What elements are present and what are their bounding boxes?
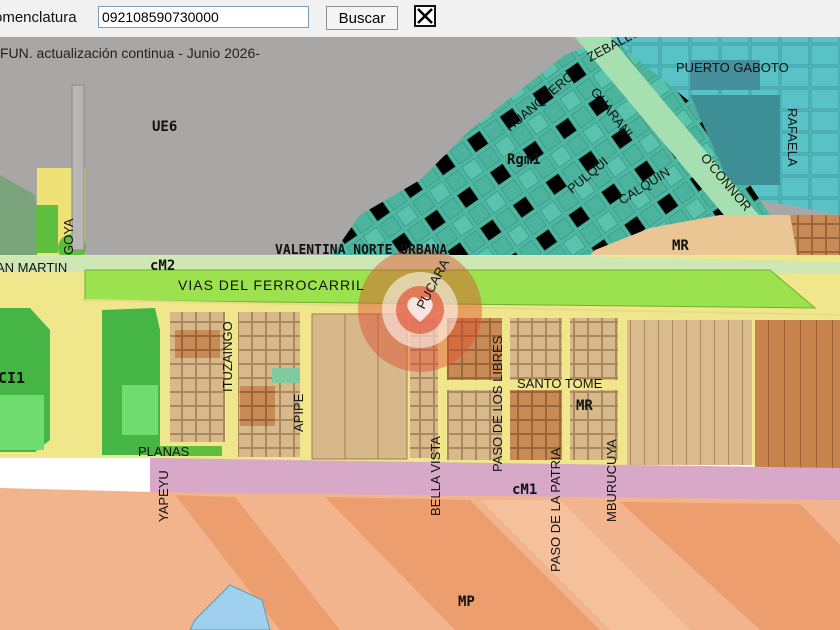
nomenclatura-input[interactable] [98, 6, 309, 28]
lots-block-l [755, 320, 840, 470]
street-rafaela: RAFAELA [785, 108, 800, 167]
street-yapeyu: YAPEYU [156, 470, 171, 522]
zone-label-cm2: cM2 [150, 258, 175, 274]
close-icon[interactable] [414, 5, 436, 27]
goya-green [36, 205, 58, 253]
street-puerto-gaboto: PUERTO GABOTO [676, 60, 789, 75]
lots-block-g [510, 318, 562, 380]
street-paso-patria: PASO DE LA PATRIA [548, 447, 563, 572]
green-block-2-light [122, 385, 158, 435]
ci1-light [0, 395, 44, 450]
street-goya: GOYA [61, 218, 76, 255]
lots-block-i [570, 318, 618, 380]
zoning-map[interactable]: FUN. actualización continua - Junio 2026… [0, 37, 840, 630]
zone-label-ue6: UE6 [152, 119, 177, 135]
street-valentina: VALENTINA NORTE URBANA [275, 243, 447, 258]
zone-label-cm1: cM1 [512, 482, 537, 498]
lots-block-a-brown [175, 330, 220, 358]
street-ituzaingo: ITUZAINGO [220, 321, 235, 392]
search-toolbar: omenclatura Buscar [0, 0, 840, 38]
street-ferrocarril: VIAS DEL FERROCARRIL [178, 277, 365, 293]
nomenclatura-label: omenclatura [0, 9, 77, 26]
zone-label-mr-top: MR [672, 238, 689, 254]
street-paso-libres: PASO DE LOS LIBRES [490, 335, 505, 472]
lots-block-b-brown [240, 386, 275, 426]
street-bella-vista: BELLA VISTA [428, 436, 443, 516]
street-santo-tome: SANTO TOME [517, 376, 603, 391]
lots-block-b-green [272, 368, 300, 383]
street-planas: PLANAS [138, 444, 190, 459]
street-san-martin: AN MARTIN [0, 260, 67, 275]
zone-label-mp: MP [458, 594, 475, 610]
street-mburucuya: MBURUCUYA [604, 439, 619, 522]
search-button[interactable]: Buscar [326, 6, 398, 30]
lots-block-b [238, 312, 300, 457]
lots-block-k [627, 320, 752, 465]
notice-text: FUN. actualización continua - Junio 2026… [0, 45, 260, 61]
zone-label-mr-mid: MR [576, 398, 593, 414]
close-x-icon [417, 8, 433, 24]
street-apipe: APIPE [291, 393, 306, 432]
zone-label-rgm1: Rgm1 [507, 152, 541, 168]
white-strip [0, 458, 160, 488]
zone-label-ci1: CI1 [0, 369, 25, 387]
